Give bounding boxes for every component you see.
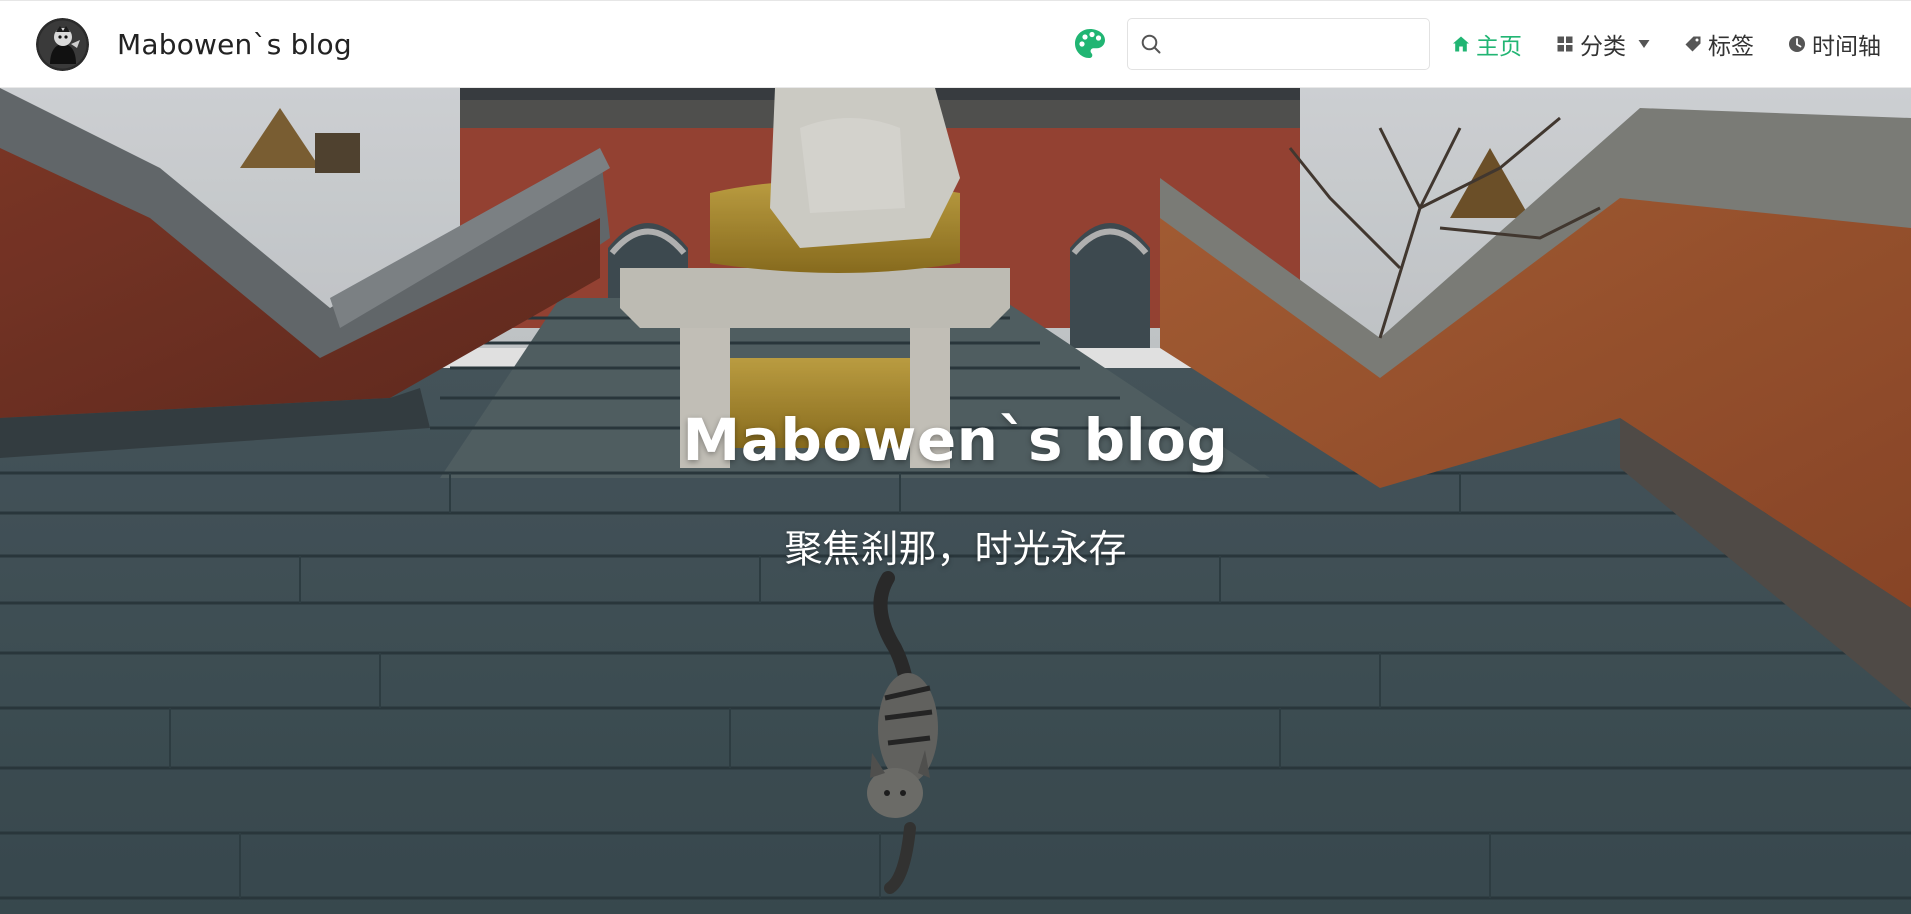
tag-icon <box>1685 36 1701 52</box>
home-icon <box>1453 36 1469 52</box>
search-box[interactable] <box>1127 18 1430 70</box>
search-icon <box>1141 34 1161 54</box>
nav-item-categories[interactable]: 分类 <box>1556 27 1650 61</box>
nav-label-timeline: 时间轴 <box>1812 34 1881 60</box>
search-input[interactable] <box>1172 19 1429 69</box>
nav-item-home[interactable]: 主页 <box>1452 27 1522 61</box>
caret-down-icon[interactable] <box>1638 39 1650 49</box>
grid-icon <box>1557 36 1573 52</box>
avatar <box>36 17 89 71</box>
hero-banner: Mabowen`s blog 聚焦刹那，时光永存 <box>0 88 1911 914</box>
palette-icon[interactable] <box>1073 27 1107 61</box>
top-navbar: Mabowen`s blog 主页 分类 标签 时间轴 <box>0 0 1911 88</box>
main-nav: 主页 分类 标签 时间轴 <box>1452 27 1881 61</box>
hero-title: Mabowen`s blog <box>682 406 1229 474</box>
hero-background-image <box>0 88 1911 914</box>
nav-label-categories: 分类 <box>1580 34 1626 60</box>
clock-icon <box>1789 36 1805 52</box>
nav-label-tags: 标签 <box>1708 34 1754 60</box>
nav-item-tags[interactable]: 标签 <box>1684 27 1754 61</box>
brand-link[interactable]: Mabowen`s blog <box>36 17 352 71</box>
nav-label-home: 主页 <box>1476 34 1522 60</box>
header-right: 主页 分类 标签 时间轴 <box>1073 18 1881 70</box>
nav-item-timeline[interactable]: 时间轴 <box>1788 27 1881 61</box>
hero-subtitle: 聚焦刹那，时光永存 <box>784 527 1127 571</box>
site-title[interactable]: Mabowen`s blog <box>117 28 352 61</box>
